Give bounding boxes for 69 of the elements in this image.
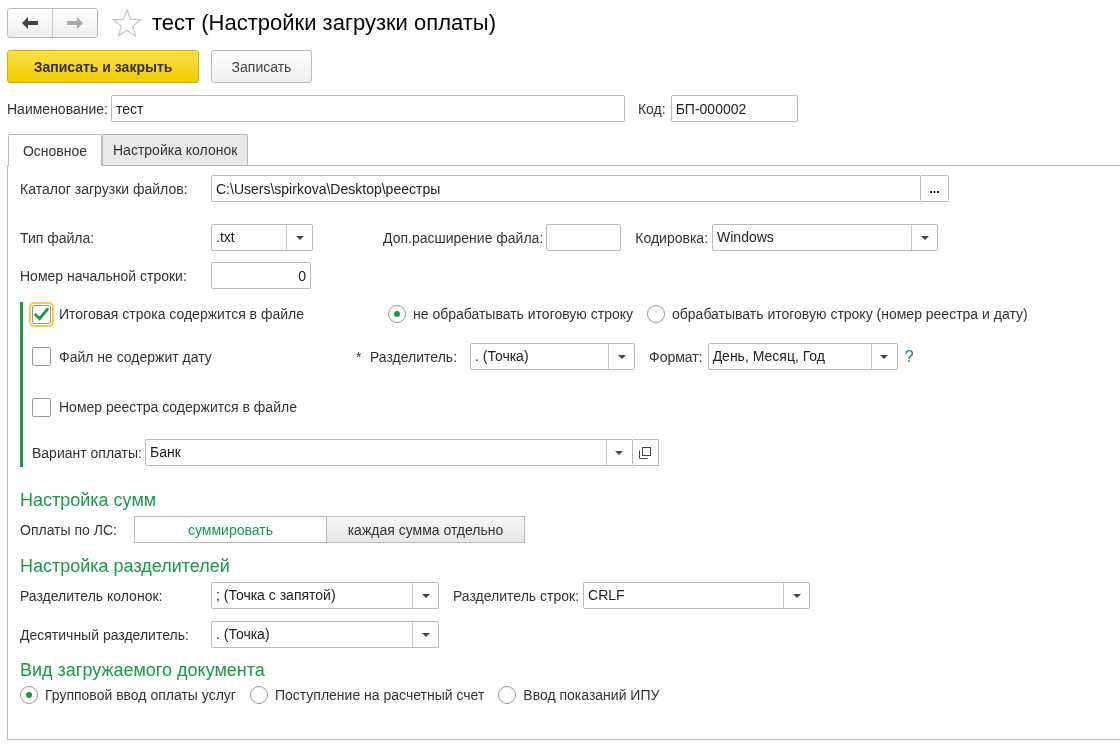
field-label: Оплаты по ЛС: <box>20 521 118 538</box>
section-title: Вид загружаемого документа <box>20 659 266 682</box>
radio-label: не обрабатывать итоговую строку <box>413 306 634 322</box>
save-button[interactable]: Записать <box>211 50 312 83</box>
field-label: Доп.расширение файла: <box>383 229 544 246</box>
checkbox-label: Итоговая строка содержится в файле <box>59 306 304 322</box>
field-label: Номер начальной строки: <box>20 267 188 284</box>
tab[interactable]: Основное <box>8 134 102 166</box>
dropdown-field[interactable]: Windows <box>712 224 939 251</box>
radio-label: Ввод показаний ИПУ <box>523 687 660 703</box>
radio-button[interactable] <box>388 305 406 323</box>
radio-label: Поступление на расчетный счет <box>274 687 485 703</box>
left-arrow-icon <box>22 17 38 29</box>
caret-icon <box>880 354 889 359</box>
field-label: Десятичный разделитель: <box>20 626 190 643</box>
caret-icon <box>920 235 929 240</box>
browse-button[interactable]: ... <box>921 175 949 202</box>
radio-button[interactable] <box>498 686 517 704</box>
required-mark: * <box>356 348 363 365</box>
radio-button[interactable] <box>249 686 268 704</box>
name-field[interactable]: тест <box>110 95 625 122</box>
dropdown-field[interactable]: ; (Точка с запятой) <box>211 582 439 609</box>
radio-label: обрабатывать итоговую строку (номер реестра и дату) <box>672 306 1028 322</box>
radio-label: Групповой ввод оплаты услуг <box>45 687 236 703</box>
path-field[interactable]: C:\Users\spirkova\Desktop\реестры <box>211 175 921 202</box>
segment-button[interactable]: суммировать <box>134 516 327 543</box>
field-label: Формат: <box>649 348 703 365</box>
dropdown-field[interactable]: Банк <box>144 439 633 466</box>
extension-field[interactable] <box>546 224 622 251</box>
open-window-icon <box>639 446 652 459</box>
field-label: Вариант оплаты: <box>32 444 142 461</box>
checkbox[interactable] <box>32 304 51 324</box>
caret-icon <box>421 632 430 637</box>
right-arrow-icon <box>67 17 83 29</box>
field-label: Разделитель колонок: <box>20 587 164 604</box>
field-label: Каталог загрузки файлов: <box>20 180 189 197</box>
dropdown-field[interactable]: . (Точка) <box>211 621 439 648</box>
checkbox[interactable] <box>32 397 51 417</box>
section-title: Настройка сумм <box>20 489 158 512</box>
caret-icon <box>295 235 304 240</box>
caret-icon <box>615 450 624 455</box>
window-title: тест (Настройки загрузки оплаты) <box>152 10 496 36</box>
caret-icon <box>421 593 430 598</box>
segment-button[interactable]: каждая сумма отдельно <box>327 516 525 543</box>
field-label: Тип файла: <box>20 229 96 246</box>
dropdown-field[interactable]: День, Месяц, Год <box>707 343 898 370</box>
field-label: Разделитель строк: <box>453 587 580 604</box>
field-label: Разделитель: <box>370 348 459 365</box>
radio-button[interactable] <box>647 305 666 323</box>
dropdown-field[interactable]: . (Точка) <box>470 343 635 370</box>
field-label: Наименование: <box>7 100 108 117</box>
field-label: Код: <box>637 100 666 117</box>
radio-button[interactable] <box>20 686 38 704</box>
caret-icon <box>617 354 626 359</box>
save-and-close-button[interactable]: Записать и закрыть <box>7 50 199 83</box>
help-link[interactable]: ? <box>904 347 914 366</box>
code-field[interactable]: БП-000002 <box>670 95 798 122</box>
field-label: Кодировка: <box>635 229 709 246</box>
checkbox-label: Номер реестра содержится в файле <box>59 399 297 415</box>
checkbox[interactable] <box>32 347 51 366</box>
section-title: Настройка разделителей <box>20 555 231 578</box>
start-row-field[interactable]: 0 <box>211 262 311 289</box>
tab[interactable]: Настройка колонок <box>102 134 249 165</box>
dropdown-field[interactable]: .txt <box>211 224 313 251</box>
open-button[interactable] <box>632 439 659 466</box>
star-icon[interactable] <box>112 8 142 38</box>
checkbox-label: Файл не содержит дату <box>59 348 212 365</box>
dropdown-field[interactable]: CRLF <box>583 582 811 609</box>
caret-icon <box>792 593 801 598</box>
